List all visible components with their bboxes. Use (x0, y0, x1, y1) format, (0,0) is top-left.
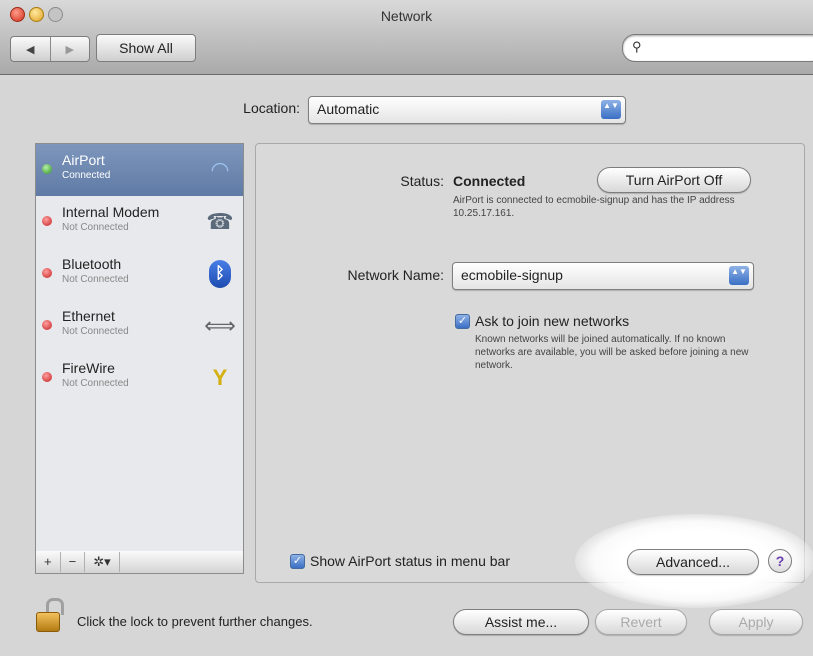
status-description: AirPort is connected to ecmobile-signup … (453, 195, 735, 219)
show-all-button[interactable]: Show All (96, 34, 196, 62)
service-name: Internal Modem (62, 204, 160, 220)
ask-to-join-description: Known networks will be joined automatica… (475, 334, 749, 371)
help-button[interactable]: ? (768, 549, 792, 573)
advanced-button[interactable]: Advanced... (627, 549, 759, 575)
assist-me-button[interactable]: Assist me... (453, 609, 589, 635)
service-item-airport[interactable]: AirPort Connected ◠ (36, 144, 243, 196)
service-state: Not Connected (62, 222, 129, 233)
service-state: Connected (62, 170, 111, 181)
status-dot-icon (42, 320, 52, 330)
search-field[interactable]: ⚲ (622, 34, 813, 62)
ask-to-join-label: Ask to join new networks (475, 313, 630, 329)
location-popup[interactable]: Automatic ▲▼ (308, 96, 626, 124)
nav-button-group: ◀ ▶ (10, 36, 90, 62)
action-menu-button[interactable]: ✲▾ (85, 552, 120, 572)
status-dot-icon (42, 268, 52, 278)
status-value: Connected (453, 173, 526, 189)
network-name-label: Network Name: (347, 267, 444, 283)
bluetooth-icon: ᛒ (205, 259, 235, 289)
location-value: Automatic (317, 101, 380, 117)
remove-service-button[interactable]: − (61, 552, 86, 572)
network-name-popup[interactable]: ecmobile-signup ▲▼ (452, 262, 754, 290)
show-status-checkbox[interactable]: ✓ (290, 554, 305, 569)
status-dot-icon (42, 372, 52, 382)
service-list: AirPort Connected ◠ Internal Modem Not C… (35, 143, 244, 552)
search-icon: ⚲ (632, 39, 642, 54)
lock-text: Click the lock to prevent further change… (77, 614, 313, 629)
service-name: FireWire (62, 360, 115, 376)
service-state: Not Connected (62, 274, 129, 285)
phone-icon: ☎ (206, 209, 234, 234)
firewire-icon: Y (212, 365, 228, 390)
location-label: Location: (243, 100, 300, 116)
service-name: Ethernet (62, 308, 115, 324)
lock-body (36, 612, 60, 632)
service-state: Not Connected (62, 326, 129, 337)
service-item-internal-modem[interactable]: Internal Modem Not Connected ☎ (36, 196, 243, 248)
apply-button[interactable]: Apply (709, 609, 803, 635)
add-service-button[interactable]: + (36, 552, 61, 572)
service-item-ethernet[interactable]: Ethernet Not Connected ⟺ (36, 300, 243, 352)
show-status-label: Show AirPort status in menu bar (310, 553, 510, 569)
service-state: Not Connected (62, 378, 129, 389)
window-title: Network (380, 8, 433, 24)
service-name: AirPort (62, 152, 105, 168)
network-name-value: ecmobile-signup (461, 267, 563, 283)
lock-icon[interactable] (36, 598, 64, 632)
ethernet-icon: ⟺ (204, 313, 236, 338)
service-item-firewire[interactable]: FireWire Not Connected Y (36, 352, 243, 404)
service-list-toolbar: + − ✲▾ (35, 551, 244, 574)
back-button[interactable]: ◀ (11, 37, 50, 61)
status-dot-icon (42, 216, 52, 226)
turn-airport-off-button[interactable]: Turn AirPort Off (597, 167, 751, 193)
forward-button[interactable]: ▶ (49, 37, 90, 61)
status-dot-icon (42, 164, 52, 174)
wifi-icon: ◠ (210, 157, 230, 182)
service-name: Bluetooth (62, 256, 122, 272)
popup-arrows-icon: ▲▼ (729, 266, 749, 285)
service-item-bluetooth[interactable]: Bluetooth Not Connected ᛒ (36, 248, 243, 300)
bluetooth-glyph: ᛒ (209, 260, 231, 288)
status-label: Status: (400, 173, 444, 189)
popup-arrows-icon: ▲▼ (601, 100, 621, 119)
window-toolbar: Network ◀ ▶ Show All ⚲ (0, 0, 813, 75)
revert-button[interactable]: Revert (595, 609, 687, 635)
ask-to-join-checkbox[interactable]: ✓ (455, 314, 470, 329)
